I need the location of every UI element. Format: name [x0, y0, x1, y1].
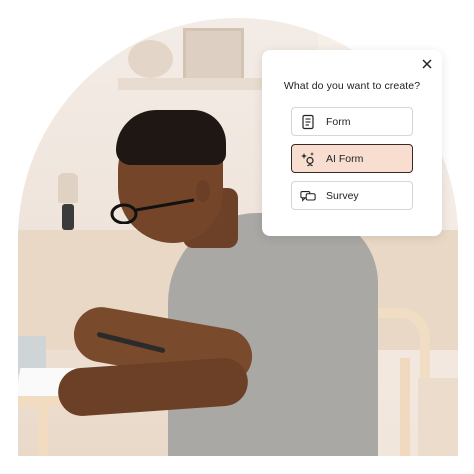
close-icon[interactable] [420, 57, 434, 71]
form-document-icon [300, 114, 316, 130]
option-label: Survey [326, 189, 359, 202]
wall-decor [128, 40, 173, 78]
picture-frame [183, 28, 244, 82]
cabinet [418, 378, 458, 456]
wall-shelf [118, 78, 268, 90]
option-survey-button[interactable]: Survey [291, 181, 413, 210]
chair-leg [400, 358, 410, 456]
option-form-button[interactable]: Form [291, 107, 413, 136]
ai-sparkle-icon [300, 151, 316, 167]
modal-title: What do you want to create? [283, 80, 421, 92]
person-hair [116, 110, 226, 165]
lamp-base [62, 204, 74, 230]
option-label: AI Form [326, 152, 364, 165]
create-modal: What do you want to create? Form AI Form [262, 50, 442, 236]
person-ear [196, 180, 210, 202]
survey-chat-icon [300, 188, 316, 204]
glasses [110, 198, 195, 224]
option-ai-form-button[interactable]: AI Form [291, 144, 413, 173]
table-leg [38, 407, 48, 456]
lamp-shade [58, 173, 78, 203]
option-label: Form [326, 115, 351, 128]
